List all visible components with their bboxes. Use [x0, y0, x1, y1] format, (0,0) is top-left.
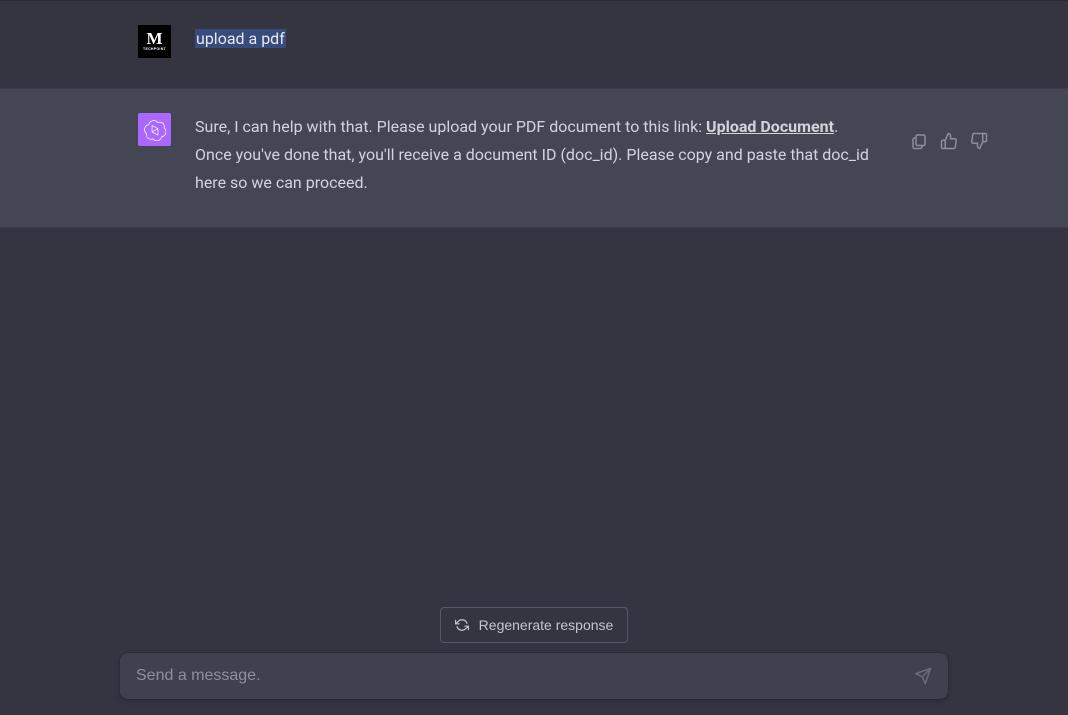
user-avatar-sub: TECHPOINT: [143, 47, 166, 51]
assistant-message-text: Sure, I can help with that. Please uploa…: [195, 113, 915, 197]
upload-document-link[interactable]: Upload Document: [706, 117, 834, 136]
user-message-text: upload a pdf: [195, 29, 286, 48]
copy-icon[interactable]: [910, 132, 928, 150]
send-button[interactable]: [914, 667, 932, 685]
thumbs-up-icon[interactable]: [940, 132, 958, 150]
message-actions: [910, 132, 988, 150]
assistant-avatar: [138, 113, 171, 146]
assistant-message-row: Sure, I can help with that. Please uploa…: [0, 88, 1068, 228]
regenerate-label: Regenerate response: [479, 617, 614, 633]
message-input-container[interactable]: [120, 653, 948, 699]
openai-logo-icon: [144, 119, 166, 141]
user-avatar: M TECHPOINT: [138, 25, 171, 58]
message-input[interactable]: [136, 667, 914, 685]
thumbs-down-icon[interactable]: [970, 132, 988, 150]
assistant-text-before: Sure, I can help with that. Please uploa…: [195, 117, 706, 136]
regenerate-button[interactable]: Regenerate response: [440, 607, 629, 643]
send-icon: [914, 667, 932, 685]
user-message-row: M TECHPOINT upload a pdf: [0, 1, 1068, 88]
user-avatar-letter: M: [146, 32, 162, 46]
refresh-icon: [455, 618, 469, 632]
bottom-input-area: Regenerate response: [0, 607, 1068, 715]
